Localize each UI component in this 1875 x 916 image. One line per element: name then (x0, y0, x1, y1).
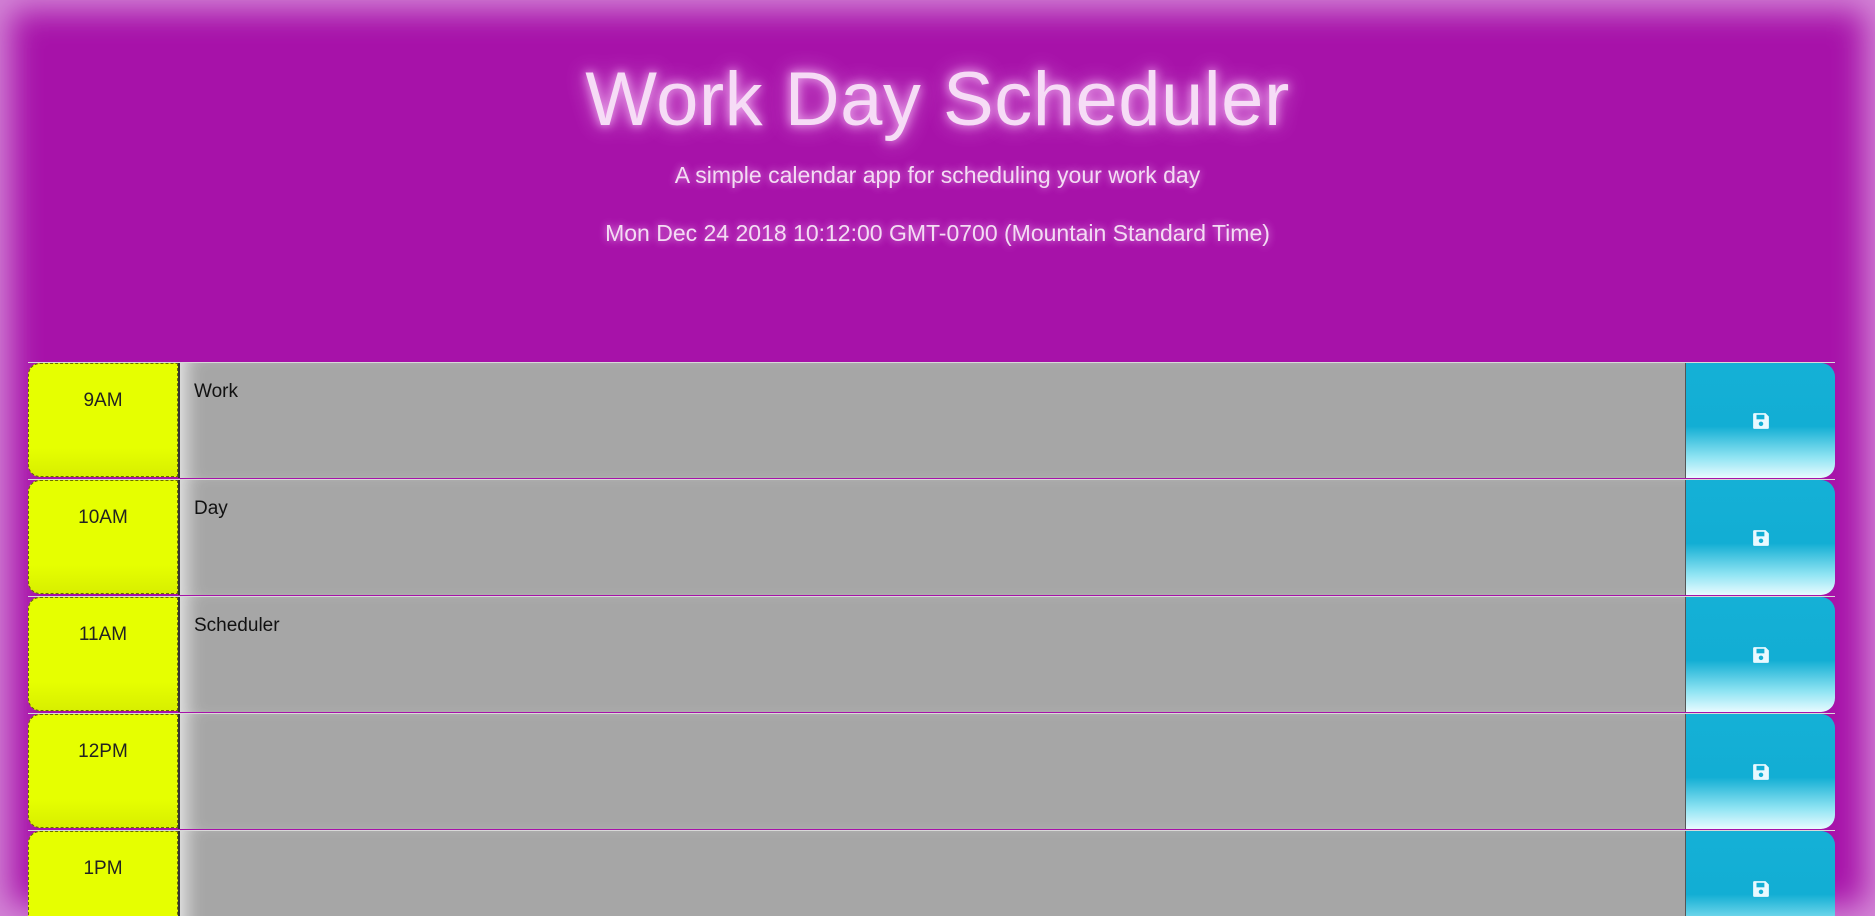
save-button[interactable] (1685, 597, 1835, 712)
hour-label: 9AM (28, 363, 178, 477)
time-block-row: 9AM Work (28, 362, 1835, 479)
header: Work Day Scheduler A simple calendar app… (0, 0, 1875, 360)
schedule-rows: 9AM Work 10AM Day 11AM Scheduler 12PM 1P… (28, 362, 1835, 916)
event-description-field[interactable] (178, 714, 1685, 829)
save-icon (1752, 529, 1769, 546)
save-button[interactable] (1685, 480, 1835, 595)
time-block-row: 11AM Scheduler (28, 596, 1835, 713)
save-icon (1752, 412, 1769, 429)
hour-label: 1PM (28, 831, 178, 916)
save-button[interactable] (1685, 714, 1835, 829)
time-block-row: 12PM (28, 713, 1835, 830)
hour-label: 10AM (28, 480, 178, 594)
event-description-field[interactable]: Work (178, 363, 1685, 478)
page: Work Day Scheduler A simple calendar app… (0, 0, 1875, 916)
save-button[interactable] (1685, 363, 1835, 478)
save-icon (1752, 763, 1769, 780)
time-block-row: 1PM (28, 830, 1835, 916)
save-button[interactable] (1685, 831, 1835, 916)
event-description-field[interactable] (178, 831, 1685, 916)
save-icon (1752, 646, 1769, 663)
current-datetime: Mon Dec 24 2018 10:12:00 GMT-0700 (Mount… (605, 220, 1270, 246)
hour-label: 12PM (28, 714, 178, 828)
hour-label: 11AM (28, 597, 178, 711)
page-title: Work Day Scheduler (585, 57, 1290, 142)
save-icon (1752, 880, 1769, 897)
event-description-field[interactable]: Scheduler (178, 597, 1685, 712)
event-description-field[interactable]: Day (178, 480, 1685, 595)
page-subtitle: A simple calendar app for scheduling you… (674, 162, 1201, 188)
time-block-row: 10AM Day (28, 479, 1835, 596)
